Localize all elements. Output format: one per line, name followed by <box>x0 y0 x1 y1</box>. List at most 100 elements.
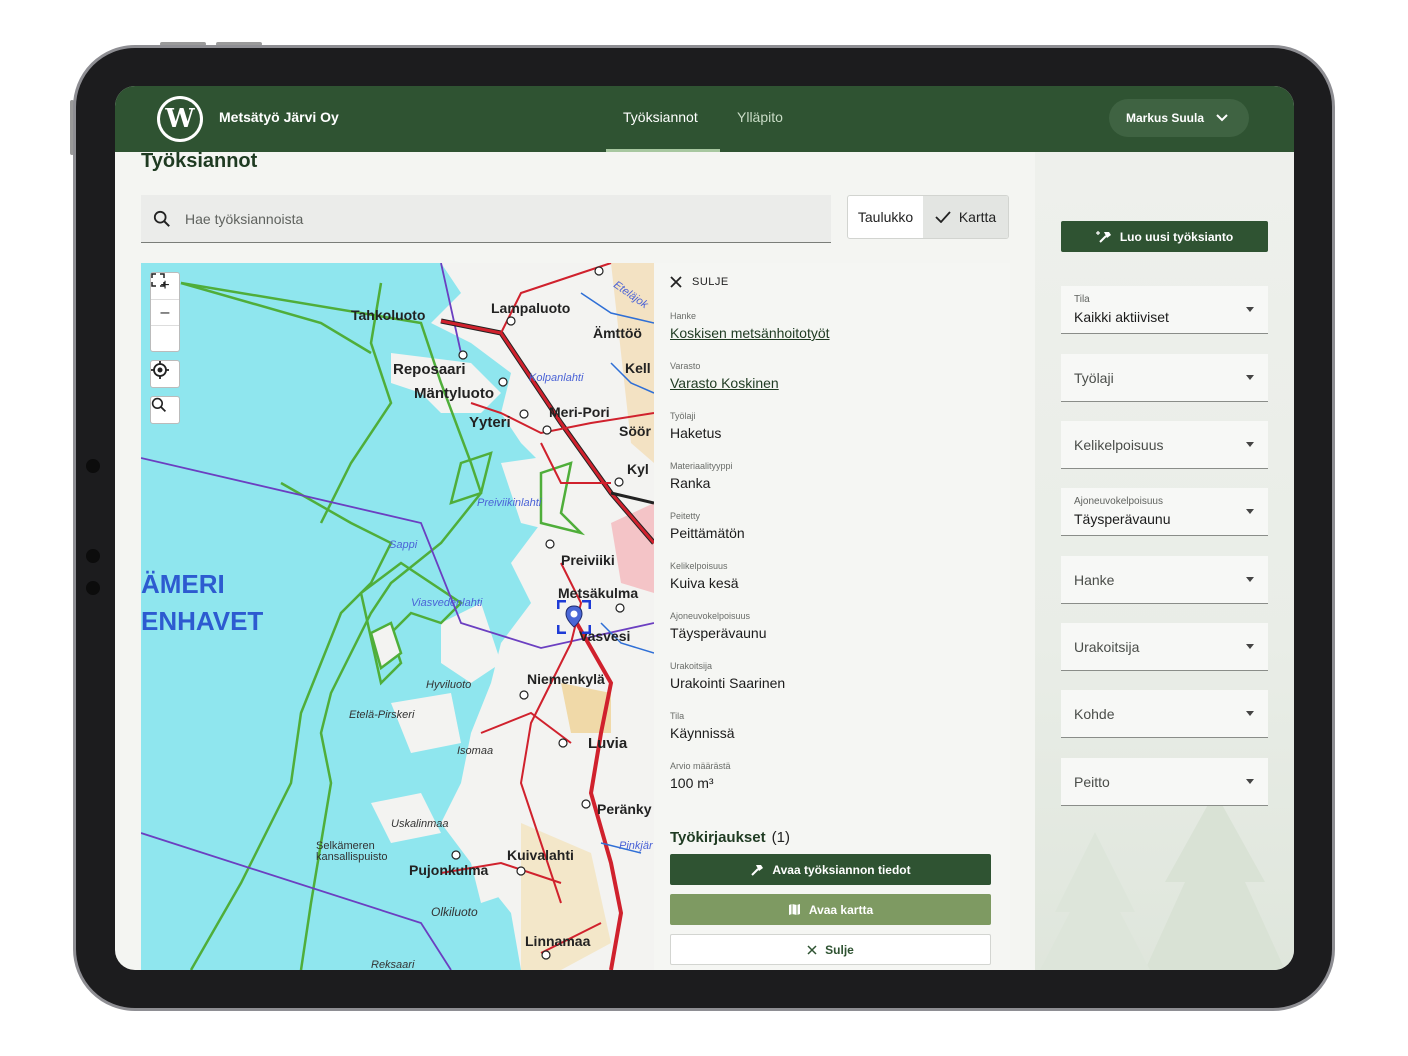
map-place-label: Kell <box>625 360 651 376</box>
field-materiaalityyppi: Materiaalityyppi Ranka <box>670 461 733 491</box>
map-search-button[interactable] <box>151 397 179 423</box>
field-label: Materiaalityyppi <box>670 461 733 471</box>
filter-label: Hanke <box>1074 572 1115 588</box>
close-icon <box>670 276 682 288</box>
dropdown-arrow-icon <box>1246 711 1254 716</box>
map-place-label: Isomaa <box>457 745 494 757</box>
crosshair-icon <box>151 361 169 379</box>
dropdown-arrow-icon <box>1246 375 1254 380</box>
hammer-icon <box>751 864 764 876</box>
field-tyolaji: Työlaji Haketus <box>670 411 721 441</box>
search-input[interactable] <box>185 210 785 227</box>
zoom-out-button[interactable]: – <box>151 299 179 325</box>
map-place-label: Kolpanlahti <box>529 372 584 384</box>
map-place-label: Pinkjär <box>619 840 653 852</box>
map-place-label: Mäntyluoto <box>414 385 494 402</box>
map-place-label: Etelä-Pirskeri <box>349 709 415 721</box>
filter-hanke[interactable]: Hanke <box>1061 556 1268 604</box>
map-place-label: Sappi <box>389 539 418 551</box>
dropdown-arrow-icon <box>1246 442 1254 447</box>
search-icon <box>151 397 167 413</box>
field-value: Käynnissä <box>670 725 735 741</box>
filter-kohde[interactable]: Kohde <box>1061 690 1268 738</box>
field-tila: Tila Käynnissä <box>670 711 735 741</box>
map-place-label: Selkämeren kansallispuisto <box>316 840 388 863</box>
field-arvio: Arvio määrästä 100 m³ <box>670 761 731 791</box>
field-varasto: Varasto Varasto Koskinen <box>670 361 779 391</box>
dropdown-arrow-icon <box>1246 509 1254 514</box>
camera-dot <box>86 581 100 595</box>
user-menu-button[interactable]: Markus Suula <box>1109 99 1249 137</box>
filter-peitto[interactable]: Peitto <box>1061 758 1268 806</box>
close-label: SULJE <box>692 276 729 288</box>
field-value: 100 m³ <box>670 775 714 791</box>
field-value: Kuiva kesä <box>670 575 739 591</box>
filter-tyolaji[interactable]: Työlaji <box>1061 354 1268 402</box>
brand-name: Metsätyö Järvi Oy <box>219 109 339 125</box>
locate-me-button[interactable] <box>151 361 179 387</box>
view-toggle: Taulukko Kartta <box>847 195 1009 239</box>
close-button-label: Sulje <box>825 942 854 957</box>
tab-tyoksiannot[interactable]: Työksiannot <box>623 109 698 125</box>
logo-letter: W <box>160 99 200 139</box>
map-place-label: Pujonkulma <box>409 862 489 878</box>
map-place-label: Olkiluoto <box>431 905 478 919</box>
map-place-label: Reposaari <box>393 361 466 378</box>
open-assignment-button[interactable]: Avaa työksiannon tiedot <box>670 854 991 885</box>
filter-urakoitsija[interactable]: Urakoitsija <box>1061 623 1268 671</box>
map-place-label: Ämttöö <box>593 325 642 341</box>
field-value: Peittämätön <box>670 525 745 541</box>
camera-dot <box>86 459 100 473</box>
fullscreen-button[interactable] <box>151 273 179 351</box>
field-label: Kelikelpoisuus <box>670 561 728 571</box>
work-logs-count: (1) <box>771 829 790 846</box>
field-hanke: Hanke Koskisen metsänhoitotyöt <box>670 311 830 341</box>
filter-ajoneuvokelpoisuus[interactable]: Ajoneuvokelpoisuus Täysperävaunu <box>1061 488 1268 536</box>
field-urakoitsija: Urakoitsija Urakointi Saarinen <box>670 661 785 691</box>
field-label: Urakoitsija <box>670 661 713 671</box>
assignment-detail-panel: SULJE Hanke Koskisen metsänhoitotyöt Var… <box>654 263 1010 970</box>
field-value: Urakointi Saarinen <box>670 675 786 691</box>
close-icon <box>807 944 817 955</box>
map-place-label: Metsäkulma <box>558 585 639 601</box>
hanke-link[interactable]: Koskisen metsänhoitotyöt <box>670 325 830 341</box>
create-assignment-button[interactable]: Luo uusi työksianto <box>1061 221 1268 252</box>
map-view[interactable]: Tahkoluoto Lampaluoto Ämttöö Reposaari M… <box>141 263 654 970</box>
search-icon <box>153 210 170 227</box>
filter-kelikelpoisuus[interactable]: Kelikelpoisuus <box>1061 421 1268 469</box>
varasto-link[interactable]: Varasto Koskinen <box>670 375 779 391</box>
zoom-controls: + – <box>150 272 180 352</box>
close-button[interactable]: Sulje <box>670 934 991 965</box>
field-label: Hanke <box>670 311 697 321</box>
map-icon <box>788 904 800 915</box>
map-search-control <box>150 396 180 424</box>
filter-label: Kelikelpoisuus <box>1074 437 1164 453</box>
open-map-label: Avaa kartta <box>808 902 874 917</box>
selected-location-marker[interactable] <box>557 600 591 634</box>
map-sea-label: ENHAVET <box>141 606 264 636</box>
map-place-label: Preiviiki <box>561 552 615 568</box>
map-place-label: Lampaluoto <box>491 300 571 316</box>
filter-label: Ajoneuvokelpoisuus <box>1074 496 1163 507</box>
map-place-label: Peränky <box>597 801 652 817</box>
filter-value: Kaikki aktiiviset <box>1074 309 1169 325</box>
location-pin-icon <box>557 600 591 634</box>
close-panel-button[interactable]: SULJE <box>670 276 729 288</box>
tab-yllapito[interactable]: Ylläpito <box>737 109 783 125</box>
dropdown-arrow-icon <box>1246 779 1254 784</box>
map-sea-label: ÄMERI <box>141 569 225 599</box>
map-view-button[interactable]: Kartta <box>923 196 1008 238</box>
filter-tila[interactable]: Tila Kaikki aktiiviset <box>1061 286 1268 334</box>
active-tab-indicator <box>606 149 720 152</box>
table-view-button[interactable]: Taulukko <box>848 196 923 238</box>
app-screen: W Metsätyö Järvi Oy Työksiannot Ylläpito… <box>115 86 1294 970</box>
user-name: Markus Suula <box>1126 111 1205 125</box>
map-place-label: Kuivalahti <box>507 847 574 863</box>
field-label: Ajoneuvokelpoisuus <box>670 611 751 621</box>
field-label: Työlaji <box>670 411 696 421</box>
map-place-label: Luvia <box>588 735 628 752</box>
brand-logo[interactable]: W <box>157 96 203 142</box>
field-kelikelpoisuus: Kelikelpoisuus Kuiva kesä <box>670 561 738 591</box>
open-map-button[interactable]: Avaa kartta <box>670 894 991 925</box>
field-label: Tila <box>670 711 685 721</box>
